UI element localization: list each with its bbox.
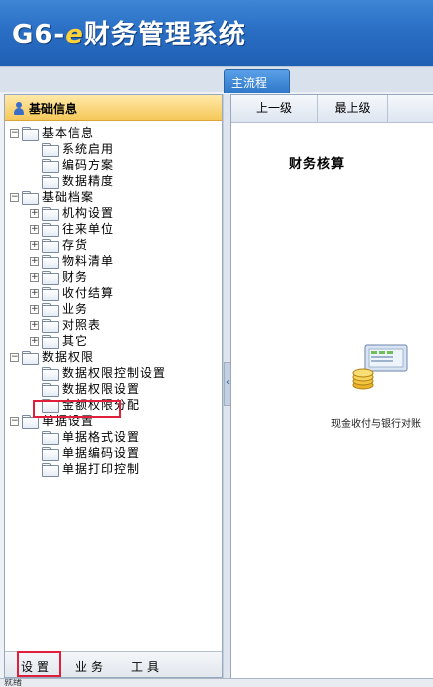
tree-node-label: 单据打印控制	[62, 462, 141, 476]
collapse-icon[interactable]: −	[10, 353, 19, 362]
tree-item[interactable]: + 对照表	[5, 317, 222, 333]
tree-node-label: 数据权限	[42, 350, 95, 364]
folder-icon	[42, 287, 59, 301]
tree-node-label: 编码方案	[62, 158, 115, 172]
folder-icon	[22, 351, 39, 365]
expand-icon[interactable]: +	[30, 257, 39, 266]
tree-item[interactable]: 单据格式设置	[5, 429, 222, 445]
expand-icon[interactable]: +	[30, 225, 39, 234]
logo-e: e	[65, 20, 84, 50]
content-toolbar: 上一级 最上级	[231, 95, 433, 123]
tree-item[interactable]: + 机构设置	[5, 205, 222, 221]
section-title: 财务核算	[289, 157, 346, 172]
tree-item[interactable]: + 往来单位	[5, 221, 222, 237]
status-bar: 就绪	[0, 678, 433, 687]
tab-bar: 主流程	[0, 66, 433, 93]
tree-node-label: 机构设置	[62, 206, 115, 220]
bottom-tab-bar: 设置 业务 工具	[5, 651, 222, 677]
app-logo: G6-e财务管理系统	[12, 14, 246, 51]
tree-group-node[interactable]: − 数据权限	[5, 349, 222, 365]
cash-reconciliation-label[interactable]: 现金收付与银行对账	[331, 415, 421, 430]
tree-node-label: 基础档案	[42, 190, 95, 204]
tree-node-label: 往来单位	[62, 222, 115, 236]
bottom-tab-tools[interactable]: 工具	[131, 658, 163, 675]
tree-node-label: 基本信息	[42, 126, 95, 140]
tree-item[interactable]: + 财务	[5, 269, 222, 285]
folder-icon	[42, 143, 59, 157]
folder-icon	[42, 463, 59, 477]
logo-title: 财务管理系统	[83, 20, 246, 50]
cash-reconciliation-icon[interactable]	[351, 343, 421, 393]
folder-icon	[42, 367, 59, 381]
expand-icon[interactable]: +	[30, 337, 39, 346]
tree-item[interactable]: 系统启用	[5, 141, 222, 157]
folder-icon	[42, 207, 59, 221]
tree-item[interactable]: 单据编码设置	[5, 445, 222, 461]
tree-item[interactable]: 数据精度	[5, 173, 222, 189]
expand-icon[interactable]: +	[30, 241, 39, 250]
left-navigation-panel: 基础信息 − 基本信息 系统启用 编码方案 数据精度 − 基础档案 + 机构设置 + 往来单位 + 存货…	[4, 94, 223, 678]
tree-node-label: 业务	[62, 302, 89, 316]
folder-icon	[42, 223, 59, 237]
collapse-icon[interactable]: −	[10, 129, 19, 138]
user-icon	[13, 102, 25, 115]
folder-icon	[42, 319, 59, 333]
highlight-box-settings-tab	[17, 651, 61, 677]
tree-node-label: 系统启用	[62, 142, 115, 156]
tree-item[interactable]: + 收付结算	[5, 285, 222, 301]
expand-icon[interactable]: +	[30, 273, 39, 282]
tree-item[interactable]: 编码方案	[5, 157, 222, 173]
bottom-tab-business[interactable]: 业务	[75, 658, 107, 675]
expand-icon[interactable]: +	[30, 289, 39, 298]
tree-node-label: 财务	[62, 270, 89, 284]
folder-icon	[42, 239, 59, 253]
tree-node-label: 物料清单	[62, 254, 115, 268]
tree-node-label: 数据精度	[62, 174, 115, 188]
tree-item[interactable]: 数据权限控制设置	[5, 365, 222, 381]
tree-node-label: 收付结算	[62, 286, 115, 300]
tree-item[interactable]: + 物料清单	[5, 253, 222, 269]
folder-icon	[42, 255, 59, 269]
tree-node-label: 数据权限控制设置	[62, 366, 167, 380]
folder-icon	[42, 159, 59, 173]
panel-header: 基础信息	[5, 95, 222, 121]
tree-node-label: 数据权限设置	[62, 382, 141, 396]
tree-item[interactable]: 单据打印控制	[5, 461, 222, 477]
go-top-button[interactable]: 最上级	[318, 95, 388, 122]
folder-icon	[42, 431, 59, 445]
folder-icon	[42, 303, 59, 317]
tree-item[interactable]: 数据权限设置	[5, 381, 222, 397]
tree-node-label: 单据编码设置	[62, 446, 141, 460]
panel-title: 基础信息	[29, 102, 78, 116]
tree-item[interactable]: + 存货	[5, 237, 222, 253]
folder-icon	[42, 175, 59, 189]
expand-icon[interactable]: +	[30, 209, 39, 218]
folder-icon	[42, 383, 59, 397]
tree-node-label: 存货	[62, 238, 89, 252]
folder-icon	[22, 127, 39, 141]
tree-node-label: 其它	[62, 334, 89, 348]
tree-group-node[interactable]: − 基本信息	[5, 125, 222, 141]
highlight-box-business-node	[33, 400, 121, 418]
tree-node-label: 对照表	[62, 318, 102, 332]
tab-main-flow[interactable]: 主流程	[224, 69, 290, 93]
folder-icon	[42, 335, 59, 349]
expand-icon[interactable]: +	[30, 305, 39, 314]
panel-splitter[interactable]: ‹	[223, 94, 231, 678]
tree-node-label: 单据格式设置	[62, 430, 141, 444]
tree-item[interactable]: + 业务	[5, 301, 222, 317]
main-content-panel: 上一级 最上级 财务核算 现金收付与银行对账	[230, 94, 433, 678]
folder-icon	[22, 191, 39, 205]
app-banner: G6-e财务管理系统	[0, 0, 433, 66]
logo-prefix: G6-	[12, 20, 66, 50]
go-up-button[interactable]: 上一级	[231, 95, 318, 122]
collapse-icon[interactable]: −	[10, 417, 19, 426]
folder-icon	[42, 447, 59, 461]
tree-item[interactable]: + 其它	[5, 333, 222, 349]
folder-icon	[42, 271, 59, 285]
tree-group-node[interactable]: − 基础档案	[5, 189, 222, 205]
collapse-icon[interactable]: −	[10, 193, 19, 202]
expand-icon[interactable]: +	[30, 321, 39, 330]
